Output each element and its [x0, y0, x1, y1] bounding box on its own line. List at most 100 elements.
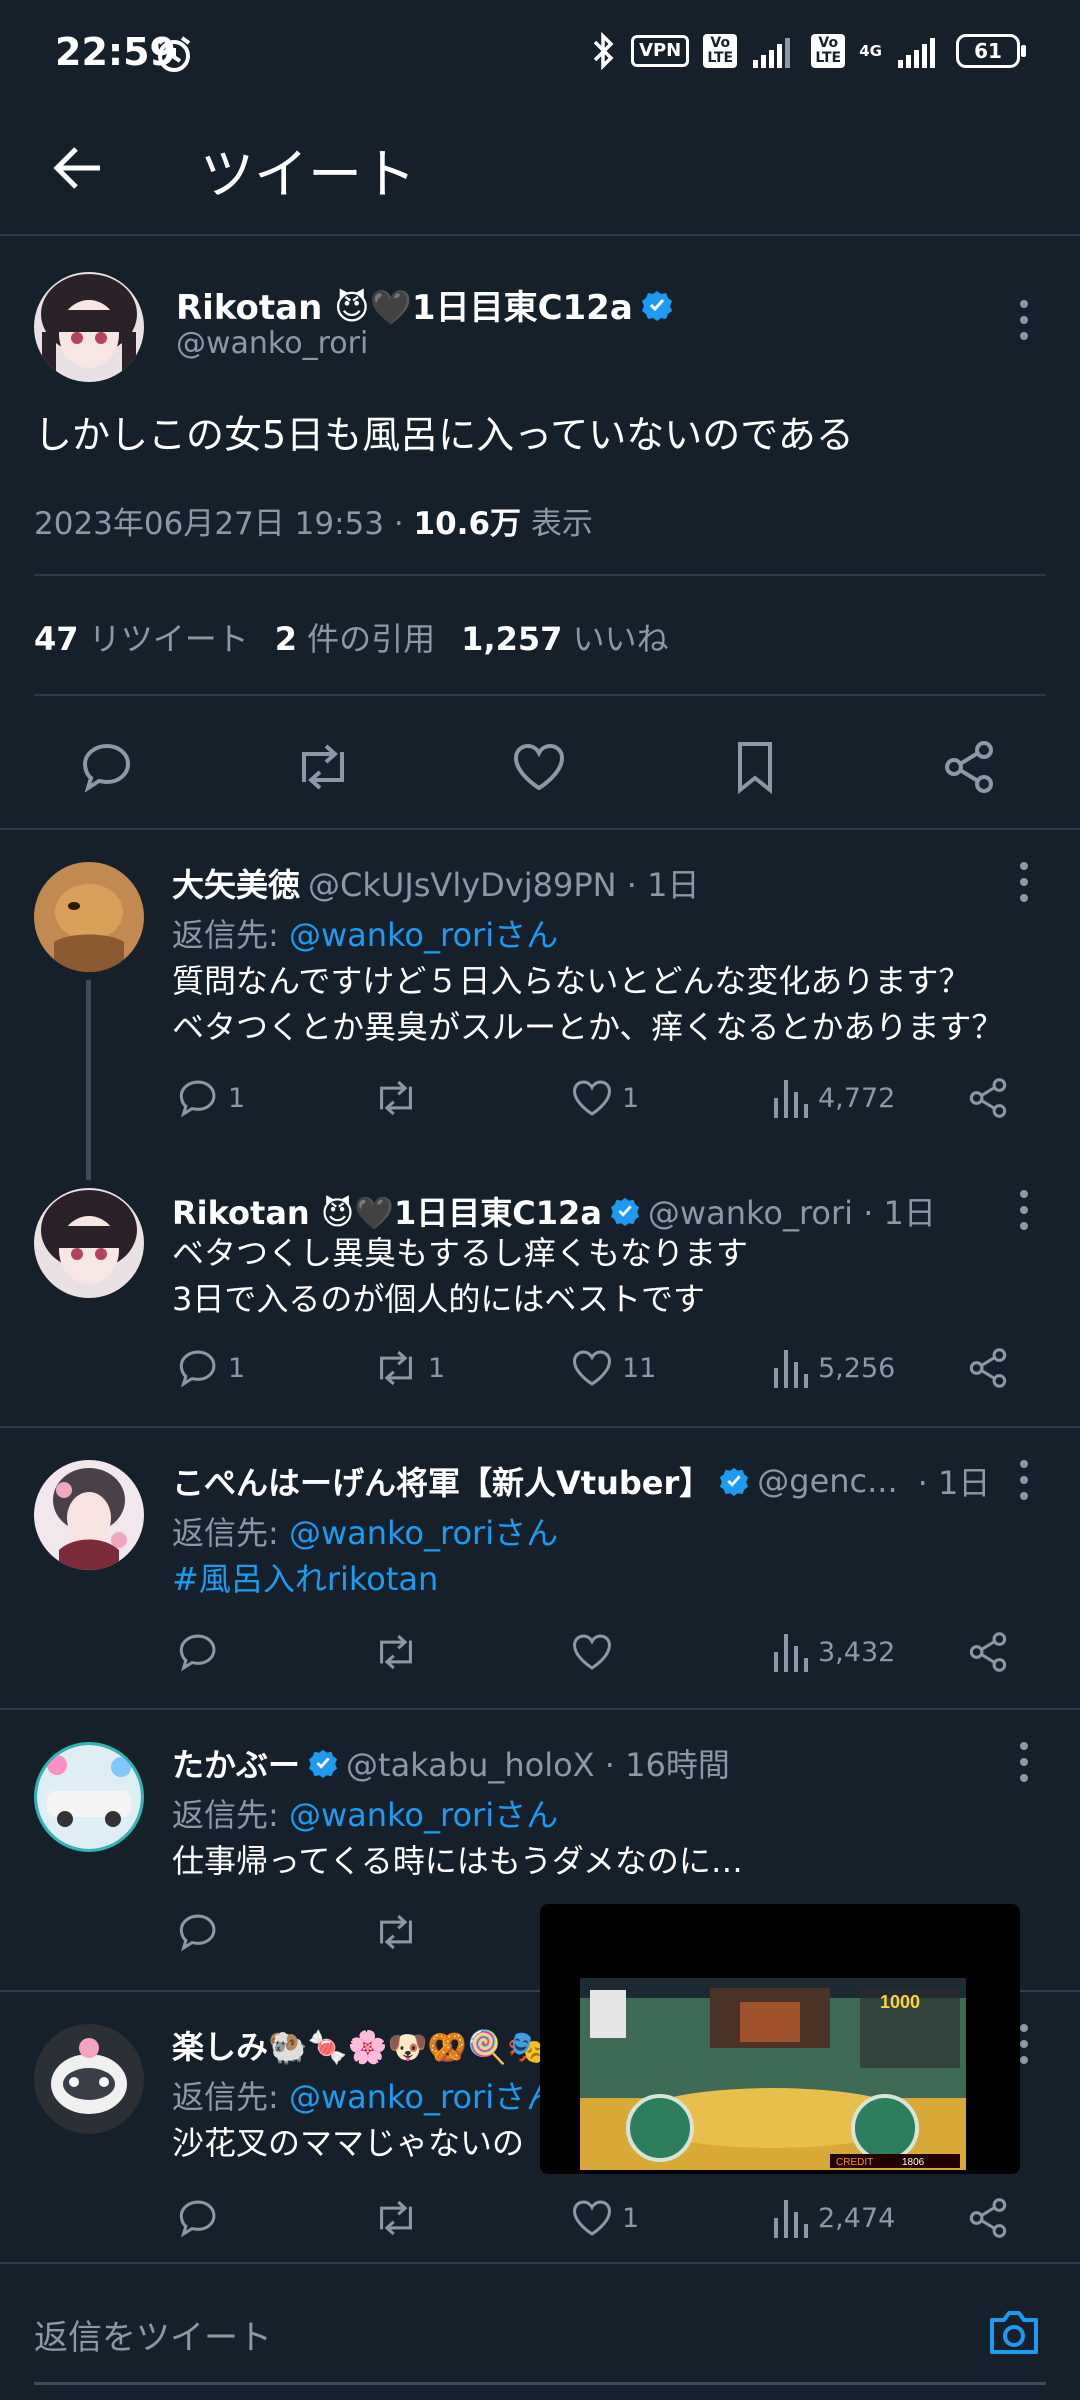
- reply-retweet-button[interactable]: [372, 2196, 420, 2240]
- avatar[interactable]: [34, 2024, 144, 2134]
- reply-like-button[interactable]: 1: [570, 2196, 639, 2240]
- retweet-icon: [380, 1350, 412, 1386]
- reply-share-button[interactable]: [966, 1346, 1010, 1390]
- views-chart-icon: [774, 2200, 808, 2238]
- quote-stat[interactable]: 2 件の引用: [275, 614, 435, 660]
- reply-time: · 1日: [917, 1464, 991, 1502]
- more-options-icon[interactable]: [1018, 300, 1030, 348]
- reply-actions: 3,432: [0, 1630, 1080, 1680]
- retweet-icon: [380, 2200, 412, 2236]
- author-handle[interactable]: @wanko_rori: [176, 326, 368, 361]
- divider: [34, 574, 1046, 576]
- reply-author-row[interactable]: 楽しみ🐏🍬🌸🐶🥨🍭🎭: [172, 2022, 547, 2068]
- network-type: 4G: [859, 41, 882, 60]
- reply-to-line: 返信先: @wanko_roriさん: [172, 916, 559, 954]
- avatar[interactable]: [34, 272, 144, 382]
- signal-icon: [753, 38, 791, 68]
- reply-comment-button[interactable]: 1: [176, 1076, 245, 1120]
- reply-like-button[interactable]: 1: [570, 1076, 639, 1120]
- reply-to-link[interactable]: @wanko_roriさん: [289, 1514, 558, 1552]
- reply-author-name: こぺんはーげん将軍【新人Vtuber】: [172, 1464, 712, 1502]
- more-options-icon[interactable]: [1018, 1742, 1030, 1790]
- avatar[interactable]: [34, 1742, 144, 1852]
- volte-badge-2: Vo LTE: [811, 34, 846, 68]
- reply-text: 仕事帰ってくる時にはもうダメなのに…: [172, 1842, 743, 1880]
- reply-retweet-button[interactable]: 1: [372, 1346, 445, 1390]
- reply-share-button[interactable]: [966, 1076, 1010, 1120]
- reply-composer: 返信をツイート: [0, 2262, 1080, 2400]
- like-icon[interactable]: [510, 738, 568, 796]
- avatar[interactable]: [34, 1188, 144, 1298]
- status-bar: 22:59 VPN Vo LTE Vo LTE 4G 61: [0, 0, 1080, 108]
- avatar[interactable]: [34, 862, 144, 972]
- tweet-meta: 2023年06月27日 19:53 · 10.6万 表示: [34, 498, 593, 543]
- share-icon: [969, 1632, 1007, 1672]
- signal-icon-2: [898, 38, 935, 68]
- reply-author-name: Rikotan 😈🖤1日目東C12a: [172, 1194, 602, 1232]
- views-chart-icon: [774, 1080, 808, 1118]
- engagement-stats: 47 リツイート 2 件の引用 1,257 いいね: [34, 614, 669, 660]
- share-icon: [969, 1348, 1007, 1388]
- tweet-date: 2023年06月27日 19:53 ·: [34, 506, 414, 542]
- verified-badge-icon: [641, 290, 672, 321]
- reply-author-row[interactable]: 大矢美徳 @CkUJsVlyDvj89PN · 1日: [172, 860, 699, 906]
- reply-author-handle: @genc...: [757, 1462, 898, 1500]
- tweet-text: しかしこの女5日も風呂に入っていないのである: [34, 413, 854, 457]
- verified-badge-icon: [720, 1467, 749, 1496]
- more-options-icon[interactable]: [1018, 1190, 1030, 1238]
- reply-text: 質問なんですけど５日入らないとどんな変化あります？ ベタつくとか異臭がスルーとか…: [172, 962, 1004, 1046]
- like-icon: [573, 1634, 611, 1670]
- reply-retweet-button[interactable]: [372, 1630, 420, 1674]
- page-title: ツイート: [200, 143, 416, 206]
- bookmark-icon[interactable]: [728, 738, 782, 796]
- reply-retweet-button[interactable]: [372, 1910, 420, 1954]
- reply-to-link[interactable]: @wanko_roriさん: [289, 1796, 558, 1834]
- more-options-icon[interactable]: [1018, 862, 1030, 910]
- reply-input[interactable]: 返信をツイート: [34, 2310, 272, 2359]
- camera-icon[interactable]: [986, 2308, 1042, 2358]
- divider: [34, 694, 1046, 696]
- reply-like-button[interactable]: [570, 1630, 614, 1674]
- reply-text: ベタつくし異臭もするし痒くもなります 3日で入るのが個人的にはベストです: [172, 1234, 749, 1318]
- reply-icon[interactable]: [78, 738, 136, 796]
- reply-icon: [179, 1914, 216, 1952]
- reply-to-line: 返信先: @wanko_roriさん: [172, 1796, 559, 1834]
- reply-comment-button[interactable]: [176, 2196, 220, 2240]
- hashtag-link[interactable]: #風呂入れrikotan: [172, 1556, 438, 1602]
- retweet-icon[interactable]: [292, 738, 354, 796]
- back-arrow-icon[interactable]: [48, 138, 108, 198]
- home-indicator: [34, 2382, 1046, 2385]
- author-name-row[interactable]: Rikotan 😈🖤1日目東C12a: [176, 280, 673, 329]
- reply-icon: [179, 1634, 216, 1672]
- reply-views-button[interactable]: 2,474: [770, 2196, 895, 2240]
- reply-like-button[interactable]: 11: [570, 1346, 656, 1390]
- reply-to-link[interactable]: @wanko_roriさん: [289, 916, 558, 954]
- share-icon: [969, 1078, 1007, 1118]
- reply-author-row[interactable]: たかぶー @takabu_holoX · 16時間: [172, 1740, 730, 1786]
- reply-comment-button[interactable]: [176, 1630, 220, 1674]
- like-stat[interactable]: 1,257 いいね: [461, 614, 668, 660]
- bluetooth-icon: [593, 32, 614, 70]
- more-options-icon[interactable]: [1018, 1460, 1030, 1508]
- share-icon[interactable]: [940, 738, 998, 796]
- reply-author-handle: @CkUJsVlyDvj89PN · 1日: [308, 866, 700, 904]
- reply-share-button[interactable]: [966, 2196, 1010, 2240]
- reply-author-row[interactable]: Rikotan 😈🖤1日目東C12a @wanko_rori · 1日: [172, 1188, 936, 1234]
- reply-comment-button[interactable]: 1: [176, 1346, 245, 1390]
- reply-author-row[interactable]: こぺんはーげん将軍【新人Vtuber】 @genc... · 1日: [172, 1458, 990, 1504]
- reply-author-name: 大矢美徳: [172, 866, 301, 904]
- reply-share-button[interactable]: [966, 1630, 1010, 1674]
- volte-badge-1: Vo LTE: [703, 34, 738, 68]
- reply-views-button[interactable]: 4,772: [770, 1076, 895, 1120]
- retweet-stat[interactable]: 47 リツイート: [34, 614, 249, 660]
- reply-to-link[interactable]: @wanko_roriさん: [289, 2078, 558, 2116]
- reply-actions: 1 1 11 5,256: [0, 1346, 1080, 1396]
- reply-retweet-button[interactable]: [372, 1076, 420, 1120]
- reply-views-button[interactable]: 3,432: [770, 1630, 895, 1674]
- floating-video-player[interactable]: 1000 CREDIT 1806: [540, 1904, 1020, 2174]
- video-thumbnail: 1000 CREDIT 1806: [580, 1978, 966, 2170]
- reply-comment-button[interactable]: [176, 1910, 220, 1954]
- avatar[interactable]: [34, 1460, 144, 1570]
- reply-views-button[interactable]: 5,256: [770, 1346, 895, 1390]
- divider: [0, 828, 1080, 830]
